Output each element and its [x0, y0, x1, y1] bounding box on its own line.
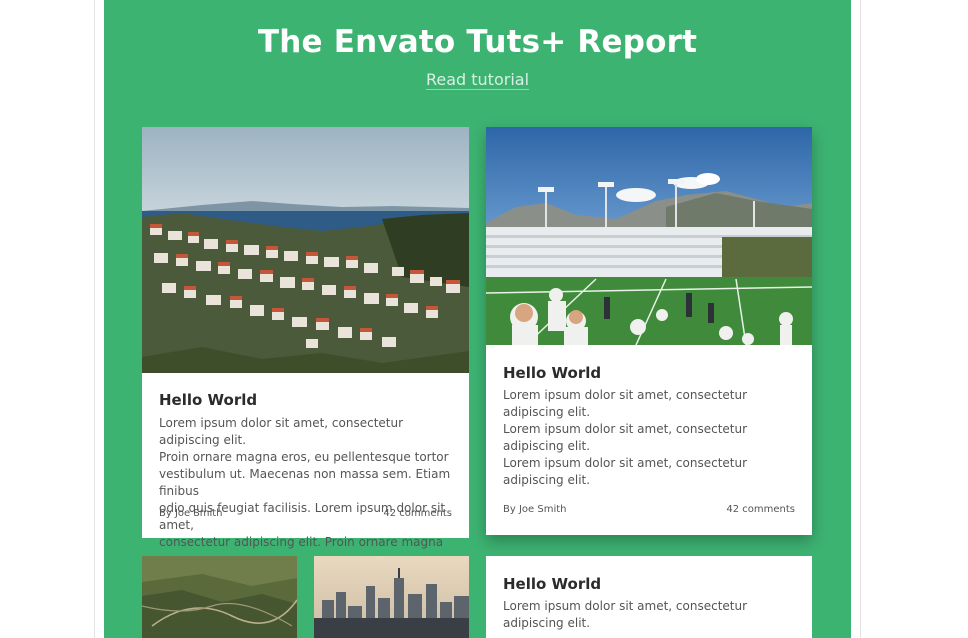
- article-card-text[interactable]: Hello World Lorem ipsum dolor sit amet, …: [486, 556, 812, 638]
- card-comments[interactable]: 42 comments: [383, 508, 452, 519]
- card-author: By Joe Smith: [503, 504, 567, 515]
- excerpt-line: Lorem ipsum dolor sit amet, consectetur …: [503, 388, 748, 419]
- card-title[interactable]: Hello World: [159, 391, 257, 409]
- article-card-coastal[interactable]: Hello World Lorem ipsum dolor sit amet, …: [142, 127, 469, 566]
- excerpt-line: Lorem ipsum dolor sit amet, consectetur …: [503, 599, 748, 630]
- excerpt-line: Proin ornare magna eros, eu pellentesque…: [159, 450, 449, 464]
- card-comments[interactable]: 42 comments: [726, 504, 795, 515]
- football-stadium-photo: [486, 127, 812, 345]
- card-excerpt: Lorem ipsum dolor sit amet, consectetur …: [159, 415, 459, 568]
- excerpt-line: Lorem ipsum dolor sit amet, consectetur …: [159, 416, 404, 447]
- page-title: The Envato Tuts+ Report: [257, 24, 698, 60]
- report-page: The Envato Tuts+ Report Read tutorial He…: [104, 0, 851, 638]
- excerpt-line: Lorem ipsum dolor sit amet, consectetur …: [503, 422, 748, 453]
- read-tutorial-row: Read tutorial: [104, 70, 851, 90]
- article-card-city[interactable]: [314, 556, 469, 638]
- aerial-forest-photo: [142, 556, 297, 638]
- city-skyline-photo: [314, 556, 469, 638]
- excerpt-line: Lorem ipsum dolor sit amet, consectetur …: [503, 456, 748, 487]
- card-title[interactable]: Hello World: [503, 364, 601, 382]
- card-excerpt: Lorem ipsum dolor sit amet, consectetur …: [503, 387, 803, 489]
- read-tutorial-link[interactable]: Read tutorial: [426, 70, 529, 89]
- card-excerpt: Lorem ipsum dolor sit amet, consectetur …: [503, 598, 803, 632]
- card-title[interactable]: Hello World: [503, 575, 601, 593]
- excerpt-line: vestibulum ut. Maecenas non massa sem. E…: [159, 467, 451, 498]
- article-card-forest[interactable]: [142, 556, 297, 638]
- article-card-stadium[interactable]: Hello World Lorem ipsum dolor sit amet, …: [486, 127, 812, 535]
- coastal-town-photo: [142, 127, 469, 373]
- card-author: By Joe Smith: [159, 508, 223, 519]
